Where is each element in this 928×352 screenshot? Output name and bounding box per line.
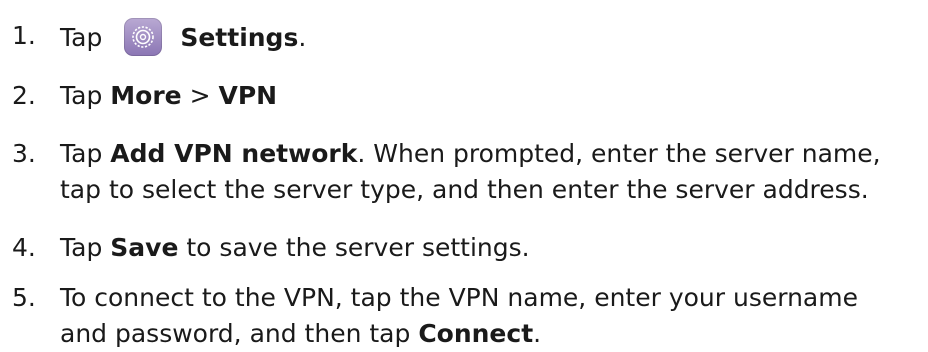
step-text: Tap Save to save the server settings. [60, 230, 530, 266]
step-number: 5. [12, 283, 36, 312]
step-text-bold: Save [110, 233, 179, 262]
step-text-segment: > [181, 81, 219, 110]
step-text-segment: to save the server settings. [178, 233, 530, 262]
instruction-list: 1. Tap Settings. 2. Tap More > VPN 3. Ta… [0, 0, 928, 348]
step-number: 1. [12, 21, 36, 50]
step-text-segment: Tap [60, 233, 111, 262]
step-text: Tap Settings. [60, 18, 306, 56]
step-text-segment: Tap [60, 81, 111, 110]
step-text-bold: Settings [180, 23, 299, 52]
step-text: Tap Add VPN network. When prompted, ente… [60, 136, 881, 172]
step-text: To connect to the VPN, tap the VPN name,… [60, 283, 858, 312]
step-text-bold: Add VPN network [110, 139, 358, 168]
step-text-line-2: tap to select the server type, and then … [60, 175, 869, 204]
step-text-segment: . [298, 23, 307, 52]
step-text-segment: Tap [60, 139, 111, 168]
step-text-segment: . When prompted, enter the server name, [357, 139, 881, 168]
step-text-bold: VPN [218, 81, 278, 110]
step-text-segment: Tap [60, 23, 103, 52]
step-text: Tap More > VPN [60, 78, 277, 114]
step-number: 4. [12, 233, 36, 262]
step-number: 3. [12, 139, 36, 168]
step-text-bold: More [110, 81, 182, 110]
step-number: 2. [12, 81, 36, 110]
step-text-line-2: and password, and then tap Connect. [60, 316, 541, 352]
settings-gear-icon [124, 18, 163, 56]
